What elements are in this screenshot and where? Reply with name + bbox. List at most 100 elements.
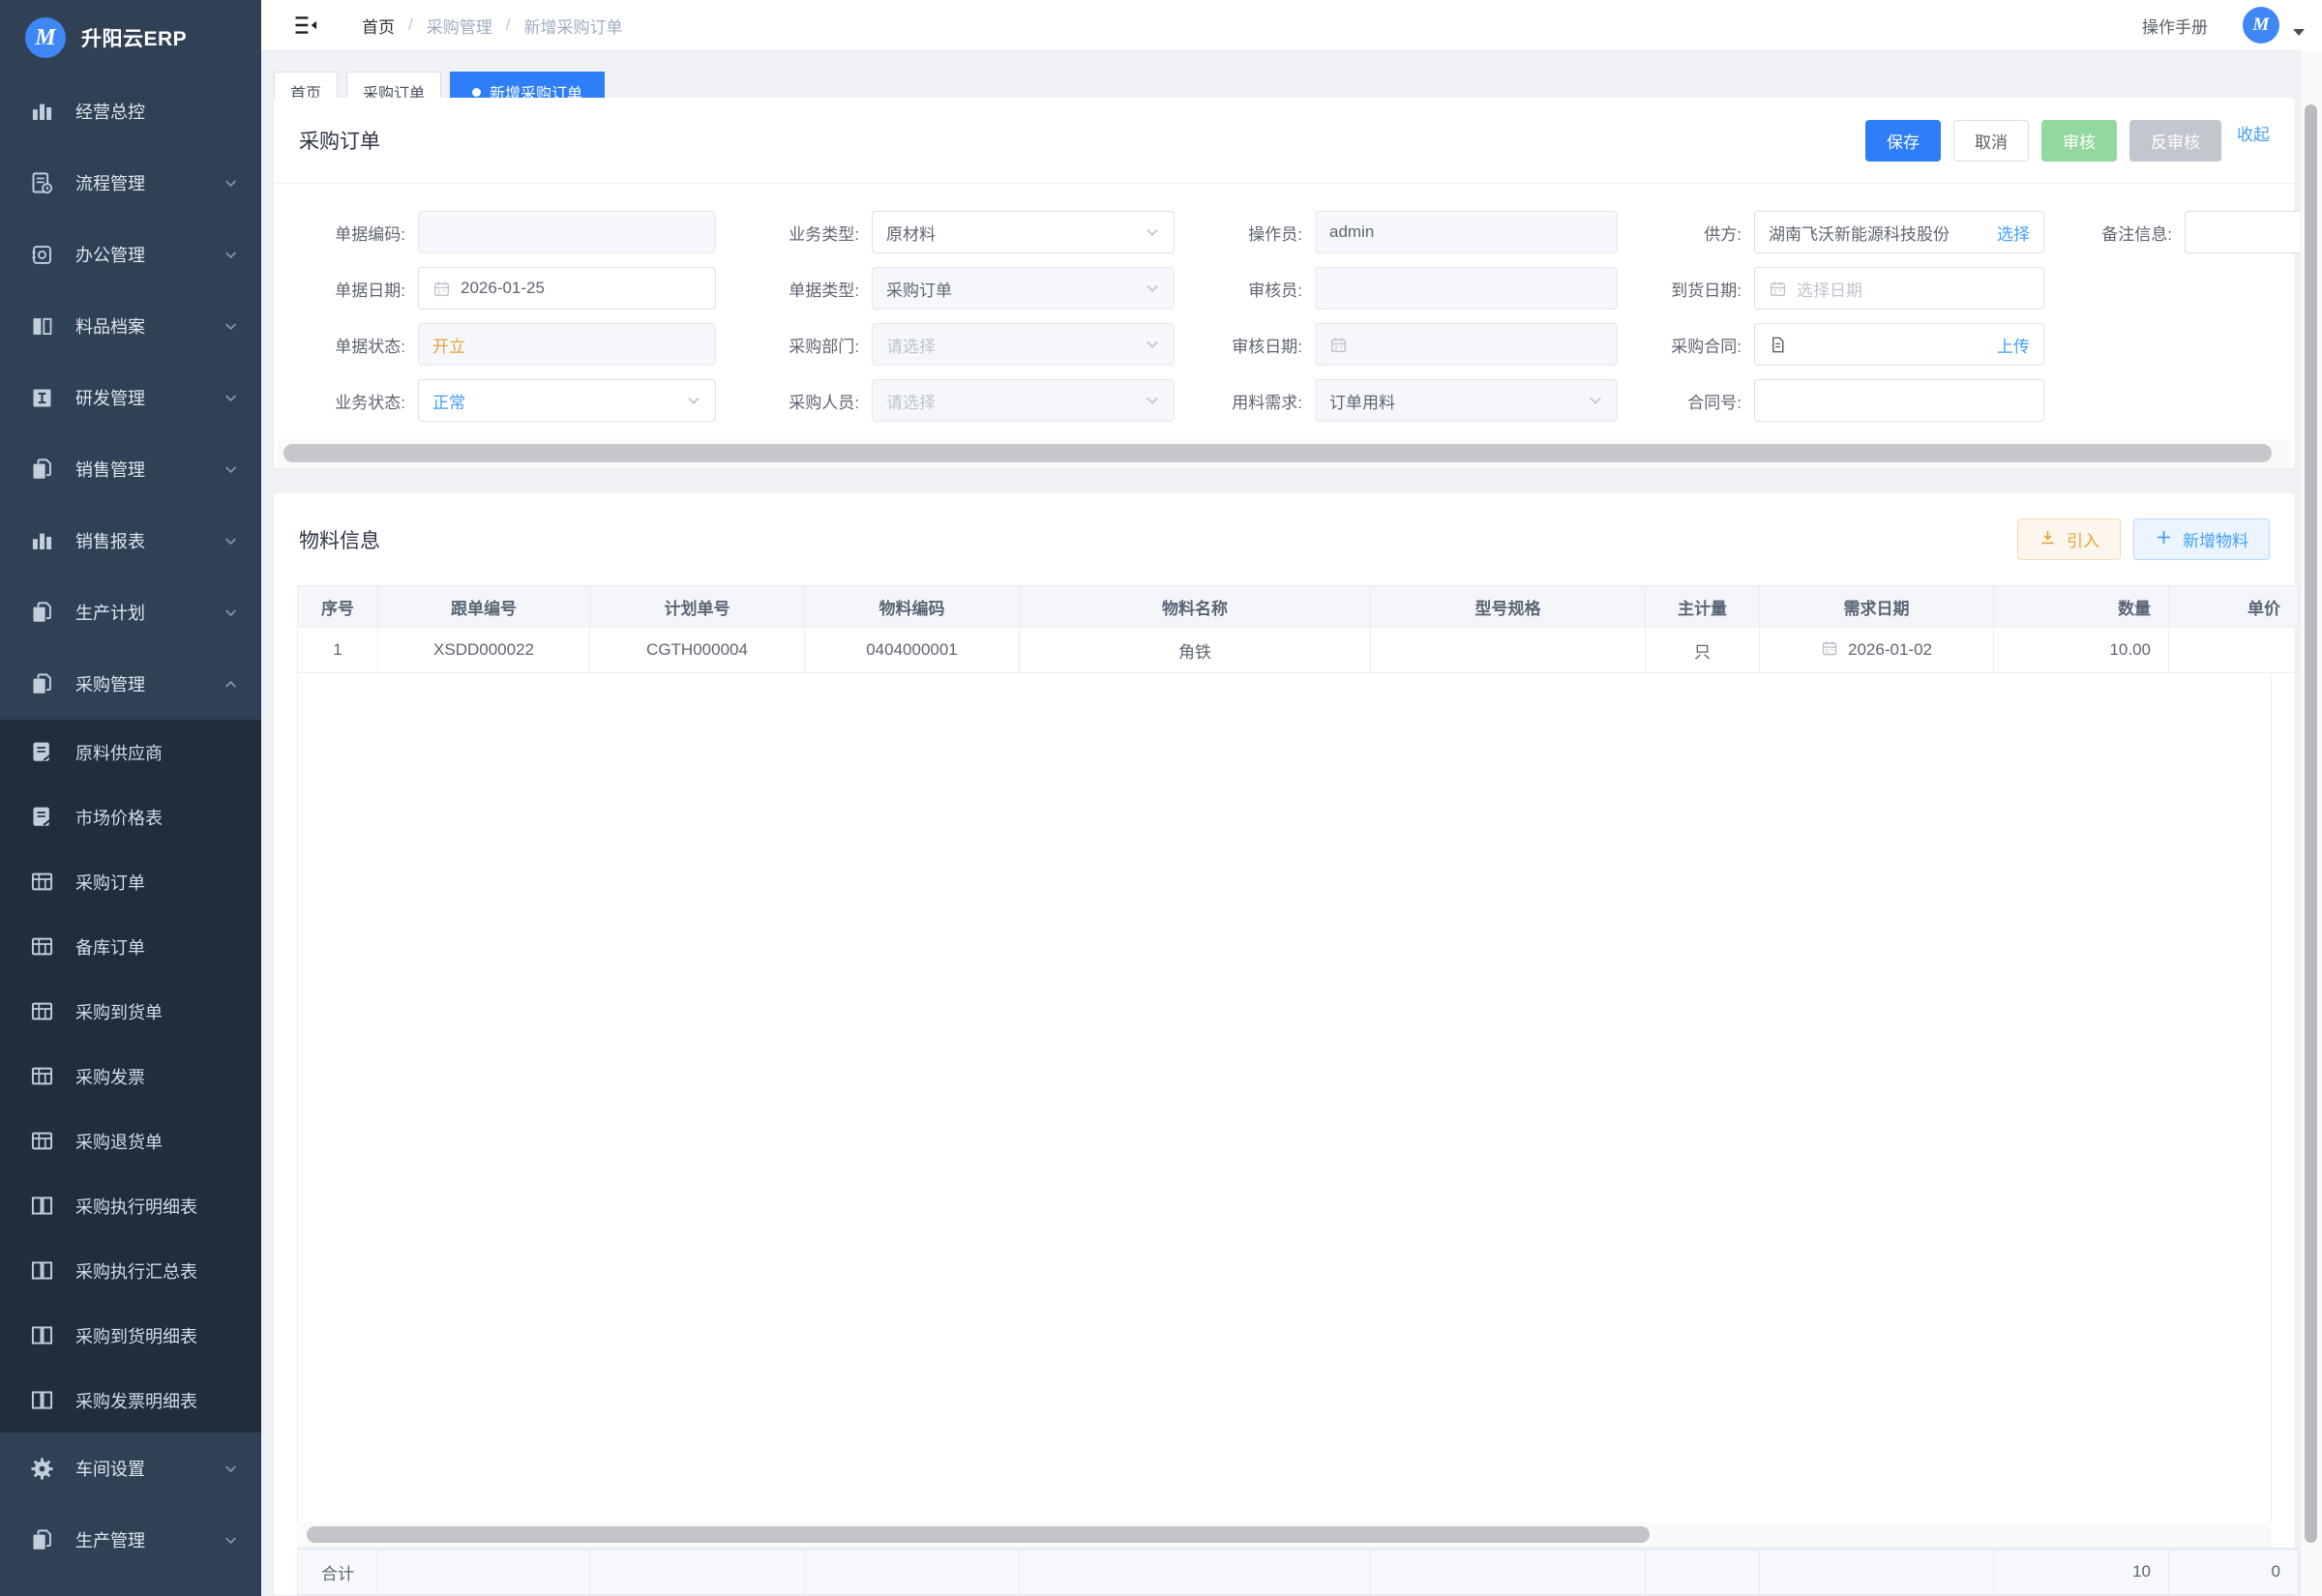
sidebar-item-label: 料品档案 [75,317,145,337]
sidebar-item-workshop-settings[interactable]: 车间设置 [0,1433,261,1504]
field-supplier[interactable]: 湖南飞沃新能源科技股份 选择 [1754,211,2044,253]
sidebar-item-purchase-arrival-detail[interactable]: 采购到货明细表 [0,1303,261,1368]
manual-link[interactable]: 操作手册 [2142,14,2208,38]
field-label: 合同号: [1687,393,1742,412]
table-row[interactable]: 1 XSDD000022 CGTH000004 0404000001 角铁 只 2026-0… [297,627,2299,673]
form-group-purchase-contract: 采购合同: 上传 [1652,323,2044,366]
sidebar-menu: 经营总控 流程管理 办公管理料品档案研发管理 销售管理 销售报表 生产计划 采购管理原料供应… [0,75,261,1596]
sidebar-item-machining-workshop[interactable]: 加工车间 [0,1576,261,1596]
audit-button[interactable]: 审核 [2041,119,2117,162]
field-biz-status[interactable]: 正常 [418,379,716,422]
collapse-link[interactable]: 收起 [2237,121,2270,145]
sidebar-item-purchase-exec-detail[interactable]: 采购执行明细表 [0,1173,261,1238]
pages-icon [29,457,55,483]
field-label: 供方: [1704,224,1742,244]
field-label: 业务状态: [335,393,405,412]
field-value: 订单用料 [1329,393,1395,412]
view-tab[interactable]: 新增采购订单 [450,72,606,98]
sidebar-item-office[interactable]: 办公管理 [0,219,261,290]
sidebar-item-stock-order[interactable]: 备库订单 [0,914,261,979]
form-group-supplier: 供方: 湖南飞沃新能源科技股份 选择 [1652,211,2044,253]
sidebar-item-purchase-invoice[interactable]: 采购发票 [0,1044,261,1108]
total-cell-follow_no [377,1548,590,1595]
app-title: 升阳云ERP [81,28,188,50]
sidebar-item-sales-report[interactable]: 销售报表 [0,505,261,576]
table-horizontal-scrollbar-thumb[interactable] [307,1526,1650,1543]
sidebar-item-label: 采购退货单 [75,1132,163,1152]
chevron-down-icon[interactable] [2293,28,2305,36]
total-cell-spec [1370,1548,1646,1595]
total-cell-need_date [1759,1548,1994,1595]
chevron-down-icon [223,462,238,477]
sidebar-item-dashboard[interactable]: 经营总控 [0,75,261,147]
sidebar-item-process[interactable]: 流程管理 [0,147,261,219]
sidebar-item-production[interactable]: 生产管理 [0,1504,261,1576]
field-arrival-date[interactable]: 选择日期 [1754,267,2044,310]
sidebar-item-purchase-exec-summary[interactable]: 采购执行汇总表 [0,1238,261,1303]
view-tab[interactable]: 采购订单 [346,72,442,98]
sidebar-item-label: 原料供应商 [75,743,163,763]
view-tab[interactable]: 首页 [274,72,339,98]
table-icon [29,1128,55,1154]
sidebar-collapse-icon[interactable] [292,12,319,39]
sidebar-item-purchase-return[interactable]: 采购退货单 [0,1108,261,1173]
sidebar-item-purchase-order[interactable]: 采购订单 [0,849,261,914]
field-contract-no[interactable] [1754,379,2044,422]
table-icon [29,998,55,1024]
sidebar-item-raw-supplier[interactable]: 原料供应商 [0,720,261,784]
form-group-doc-code: 单据编码: [297,211,716,253]
breadcrumb-item[interactable]: 首页 [362,14,395,38]
purchase-contract-action-link[interactable]: 上传 [1997,333,2030,357]
supplier-action-link[interactable]: 选择 [1997,221,2030,245]
purchase-order-panel-header: 采购订单 保存 取消 审核 反审核 收起 [274,98,2295,184]
order-actions: 保存 取消 审核 反审核 [1865,119,2221,162]
form-group-remark: 备注信息: [2079,211,2322,253]
form-row: 单据状态: 开立 采购部门: 请选择 审核日期: 采购合同: 上传 [297,323,2272,366]
field-doc-date[interactable]: 2026-01-25 [418,267,716,310]
tab-label: 新增采购订单 [490,86,583,98]
material-info-panel: 物料信息 引入 新增物料 序号 跟单编号 计划单号 物料编码 物料名称 型号规格 主计量 需求… [274,493,2299,1595]
order-form: 单据编码: 业务类型: 原材料 操作员: admin 供方: 湖南飞沃新能源科技股份 选择 备注… [274,184,2322,431]
total-cell-qty: 10 [1993,1548,2169,1595]
chevron-down-icon [223,248,238,262]
sidebar-item-purchase-invoice-detail[interactable]: 采购发票明细表 [0,1368,261,1433]
form-group-contract-no: 合同号: [1652,379,2044,422]
sidebar-item-materials-archive[interactable]: 料品档案 [0,290,261,362]
book-icon [29,1322,55,1348]
avatar[interactable]: M [2243,7,2279,44]
field-purchase-contract[interactable]: 上传 [1754,323,2044,366]
cancel-button[interactable]: 取消 [1953,119,2029,162]
chevron-down-icon [223,606,238,620]
save-button[interactable]: 保存 [1865,119,1941,162]
app-logo-icon: M [25,17,66,58]
total-cell-unit [1645,1548,1760,1595]
total-label-cell: 合计 [297,1548,378,1595]
import-button[interactable]: 引入 [2017,518,2121,560]
breadcrumb-separator: / [408,15,413,34]
field-purchase-dept: 请选择 [872,323,1175,366]
sidebar-item-label: 采购到货明细表 [75,1326,197,1346]
sidebar-item-production-plan[interactable]: 生产计划 [0,576,261,648]
unaudit-button[interactable]: 反审核 [2129,119,2221,162]
field-value: 2026-01-25 [461,279,545,297]
bar-chart-icon [29,528,55,554]
breadcrumb-separator: / [505,15,511,34]
sidebar-item-rnd[interactable]: 研发管理 [0,362,261,433]
chevron-down-icon [223,391,238,405]
sidebar-item-purchase[interactable]: 采购管理 [0,648,261,720]
form-horizontal-scrollbar-thumb[interactable] [283,444,2272,462]
field-value: 原材料 [886,224,936,244]
field-doc-type: 采购订单 [872,267,1175,310]
sidebar-submenu-purchase: 原料供应商 市场价格表 采购订单 备库订单 采购到货单 采购发票 采购退货单 采购执行明细表采… [0,720,261,1433]
field-biz-type[interactable]: 原材料 [872,211,1175,253]
sidebar-item-sales[interactable]: 销售管理 [0,433,261,505]
cell-spec [1370,627,1646,673]
column-header-need_date: 需求日期 [1759,585,1994,628]
sidebar-item-label: 车间设置 [75,1460,145,1479]
chevron-down-icon [1145,337,1160,352]
sidebar-item-market-price[interactable]: 市场价格表 [0,784,261,849]
chevron-down-icon [1145,393,1160,408]
page-vertical-scrollbar-thumb[interactable] [2305,104,2317,1543]
sidebar-item-purchase-arrival[interactable]: 采购到货单 [0,979,261,1044]
add-material-button[interactable]: 新增物料 [2133,518,2270,560]
